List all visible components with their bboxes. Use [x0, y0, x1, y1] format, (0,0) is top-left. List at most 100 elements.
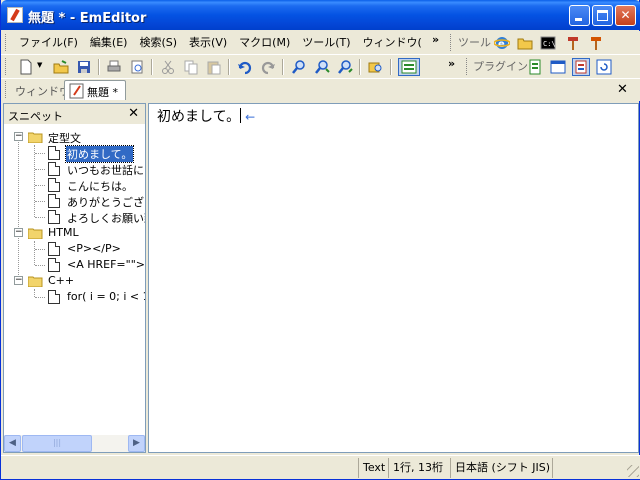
tree-line	[35, 217, 45, 218]
toolbar-grip[interactable]	[5, 58, 8, 75]
undo-icon[interactable]	[236, 58, 254, 76]
toolbar-separator	[390, 59, 392, 75]
tree-item-label: いつもお世話にな	[67, 164, 145, 177]
editor-line-1[interactable]: 初めまして。 ←	[157, 106, 255, 126]
menu-search[interactable]: 検索(S)	[133, 31, 183, 55]
paste-icon[interactable]	[205, 58, 223, 76]
tree-folder-html[interactable]: − HTML	[4, 225, 145, 241]
scrollbar-thumb[interactable]: |||	[22, 435, 92, 452]
find-in-files-icon[interactable]	[367, 58, 385, 76]
window-title: 無題 * - EmEditor	[28, 11, 147, 26]
tree-folder-cpp[interactable]: − C++	[4, 273, 145, 289]
tree-folder-label: C++	[48, 274, 75, 287]
menu-tools[interactable]: ツール(T)	[296, 31, 356, 55]
status-text-mode[interactable]: Text	[358, 458, 389, 478]
menu-window[interactable]: ウィンドウ(	[357, 31, 428, 55]
tabbar-grip[interactable]	[5, 81, 8, 98]
maximize-button[interactable]	[592, 5, 613, 26]
snippet-pane-header: スニペット ✕	[4, 104, 145, 124]
editor-line-text: 初めまして。	[157, 109, 241, 125]
status-encoding[interactable]: 日本語 (シフト JIS)	[450, 458, 554, 478]
close-icon: ✕	[620, 8, 631, 22]
find-previous-icon[interactable]	[336, 58, 354, 76]
command-prompt-icon[interactable]: C:\	[539, 34, 557, 52]
close-tab-icon[interactable]: ✕	[617, 82, 628, 97]
menu-macro[interactable]: マクロ(M)	[233, 31, 296, 55]
find-icon[interactable]	[290, 58, 308, 76]
redo-icon[interactable]	[259, 58, 277, 76]
new-dropdown-arrow-icon[interactable]: ▼	[37, 61, 42, 69]
menu-overflow-chevron[interactable]: »	[432, 33, 439, 46]
toolbar-separator	[151, 59, 153, 75]
tree-item[interactable]: <A HREF="">	[4, 257, 145, 273]
tree-item[interactable]: こんにちは。	[4, 177, 145, 193]
tree-item[interactable]: ありがとうございま	[4, 193, 145, 209]
print-icon[interactable]	[105, 58, 123, 76]
scroll-right-arrow-icon[interactable]: ▶	[128, 435, 145, 452]
minimize-button[interactable]	[569, 5, 590, 26]
status-empty-panel	[552, 458, 622, 478]
menu-bar-row: ファイル(F) 編集(E) 検索(S) 表示(V) マクロ(M) ツール(T) …	[1, 31, 640, 55]
ie-icon[interactable]: e	[493, 34, 511, 52]
snippet-file-icon	[48, 178, 60, 192]
cut-icon[interactable]	[159, 58, 177, 76]
plugin-explorer-icon[interactable]	[526, 58, 544, 76]
new-file-icon[interactable]	[17, 58, 35, 76]
folder-icon	[27, 275, 44, 288]
open-folder-tool-icon[interactable]	[516, 34, 534, 52]
menu-view[interactable]: 表示(V)	[183, 31, 233, 55]
snippet-horizontal-scrollbar[interactable]: ◀ ||| ▶	[4, 435, 145, 452]
toolbar-separator	[98, 59, 100, 75]
snippet-file-icon	[48, 290, 60, 304]
menu-edit[interactable]: 編集(E)	[84, 31, 134, 55]
toolbar-separator	[359, 59, 361, 75]
find-next-icon[interactable]	[313, 58, 331, 76]
tree-item-label: よろしくお願い致	[67, 212, 145, 225]
tree-line	[35, 297, 45, 298]
title-bar[interactable]: 無題 * - EmEditor ✕	[1, 0, 640, 30]
scroll-left-arrow-icon[interactable]: ◀	[4, 435, 21, 452]
collapse-icon[interactable]: −	[14, 132, 23, 141]
tree-line	[35, 169, 45, 170]
tree-item[interactable]: よろしくお願い致	[4, 209, 145, 225]
tree-folder-label: 定型文	[48, 132, 81, 145]
tree-item[interactable]: <P></P>	[4, 241, 145, 257]
menu-file[interactable]: ファイル(F)	[13, 31, 84, 55]
status-cursor-position[interactable]: 1行, 13桁	[388, 458, 447, 478]
plugin-snippets-icon[interactable]	[572, 58, 590, 76]
resize-grip-icon[interactable]	[627, 465, 639, 477]
snippet-file-icon	[48, 146, 60, 160]
collapse-icon[interactable]: −	[14, 276, 23, 285]
emeditor-app-icon[interactable]	[7, 7, 23, 23]
plugin-refresh-icon[interactable]	[595, 58, 613, 76]
open-file-icon[interactable]	[52, 58, 70, 76]
menu-grip[interactable]	[5, 34, 8, 51]
toolbar-separator	[228, 59, 230, 75]
snippet-tree[interactable]: − 定型文 初めまして。 いつもお世話にな こんにちは。	[4, 125, 145, 436]
plugins-toolbar-grip[interactable]	[466, 58, 469, 75]
close-button[interactable]: ✕	[615, 5, 636, 26]
toolbar-overflow-chevron[interactable]: »	[448, 57, 455, 70]
save-icon[interactable]	[75, 58, 93, 76]
copy-icon[interactable]	[182, 58, 200, 76]
toolbar-separator	[282, 59, 284, 75]
tools-toolbar-grip[interactable]	[450, 34, 453, 51]
tree-item[interactable]: for( i = 0; i < 1	[4, 289, 145, 305]
document-icon	[69, 83, 85, 102]
editor-text-area[interactable]: 初めまして。 ←	[148, 103, 639, 453]
tree-item-label: <A HREF="">	[67, 258, 145, 271]
collapse-icon[interactable]: −	[14, 228, 23, 237]
tree-folder-teikeibun[interactable]: − 定型文	[4, 129, 145, 145]
tool-hammer-icon-1[interactable]	[564, 34, 582, 52]
tree-item-label: <P></P>	[67, 242, 121, 255]
snippet-pane-close-icon[interactable]: ✕	[128, 106, 139, 121]
snippet-view-toggle-icon[interactable]	[398, 58, 420, 76]
tool-hammer-icon-2[interactable]	[587, 34, 605, 52]
tree-item[interactable]: 初めまして。	[4, 145, 145, 163]
plugin-window-icon[interactable]	[549, 58, 567, 76]
plugins-toolbar-label: プラグイン	[473, 60, 528, 73]
standard-toolbar-row: ▼ » プラグイン	[1, 55, 640, 79]
tree-item[interactable]: いつもお世話にな	[4, 161, 145, 177]
print-preview-icon[interactable]	[128, 58, 146, 76]
tab-untitled[interactable]: 無題 *	[64, 80, 126, 100]
